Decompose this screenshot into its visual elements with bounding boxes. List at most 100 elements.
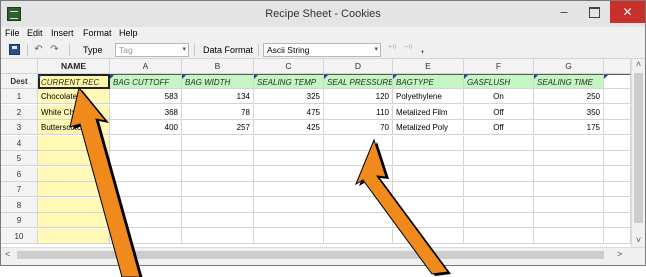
column-header-a[interactable]: A	[110, 59, 182, 74]
menu-file[interactable]: File	[5, 28, 20, 38]
cell-c[interactable]	[254, 166, 324, 182]
cell-b[interactable]	[182, 213, 254, 228]
cell-c[interactable]	[254, 182, 324, 197]
cell-e[interactable]: Polyethylene	[393, 89, 464, 104]
cell-b[interactable]	[182, 135, 254, 151]
cell-c[interactable]: 325	[254, 89, 324, 104]
cell-c[interactable]	[254, 151, 324, 166]
cell-b[interactable]	[182, 228, 254, 244]
cell-b[interactable]: 134	[182, 89, 254, 104]
cell-a[interactable]: 400	[110, 120, 182, 135]
cell-blank[interactable]	[604, 104, 631, 120]
scroll-up-icon[interactable]: ˄	[632, 59, 645, 69]
cell-b[interactable]: 257	[182, 120, 254, 135]
cell-e[interactable]: Metalized Film	[393, 104, 464, 120]
cell-d[interactable]	[324, 135, 393, 151]
cell-c[interactable]	[254, 135, 324, 151]
column-header-name[interactable]: NAME	[38, 59, 110, 74]
cell-d[interactable]	[324, 197, 393, 213]
cell-b[interactable]	[182, 197, 254, 213]
row-header[interactable]: 3	[1, 120, 38, 135]
field-gasflush[interactable]: GASFLUSH	[464, 74, 534, 89]
field-sealing-time[interactable]: SEALING TIME	[534, 74, 604, 89]
row-header-dest[interactable]: Dest	[1, 74, 38, 89]
cell-a[interactable]	[110, 228, 182, 244]
cell-blank[interactable]	[604, 182, 631, 197]
cell-d[interactable]: 120	[324, 89, 393, 104]
cell-e[interactable]	[393, 166, 464, 182]
scroll-thumb[interactable]	[17, 251, 604, 259]
grid-corner[interactable]	[1, 59, 38, 74]
cell-a[interactable]: 368	[110, 104, 182, 120]
cell-a[interactable]	[110, 197, 182, 213]
data-format-select[interactable]: Ascii String ▾	[263, 43, 381, 57]
cell-a[interactable]	[110, 151, 182, 166]
cell-c[interactable]: 425	[254, 120, 324, 135]
cell-blank[interactable]	[604, 213, 631, 228]
cell-name[interactable]	[38, 166, 110, 182]
column-header-blank[interactable]	[604, 59, 631, 74]
cell-f[interactable]	[464, 151, 534, 166]
cell-e[interactable]	[393, 228, 464, 244]
cell-b[interactable]	[182, 182, 254, 197]
undo-icon[interactable]: ↶	[33, 44, 44, 55]
cell-name[interactable]	[38, 213, 110, 228]
decrease-decimal-icon[interactable]: ⁻⁰	[401, 44, 415, 55]
cell-f[interactable]: On	[464, 89, 534, 104]
cell-d[interactable]	[324, 151, 393, 166]
cell-b[interactable]	[182, 151, 254, 166]
cell-g[interactable]	[534, 166, 604, 182]
field-bag-cuttoff[interactable]: BAG CUTTOFF	[110, 74, 182, 89]
column-header-g[interactable]: G	[534, 59, 604, 74]
column-header-b[interactable]: B	[182, 59, 254, 74]
menu-help[interactable]: Help	[119, 28, 138, 38]
cell-g[interactable]	[534, 228, 604, 244]
cell-name[interactable]	[38, 228, 110, 244]
cell-f[interactable]	[464, 228, 534, 244]
row-header[interactable]: 7	[1, 182, 38, 197]
cell-c[interactable]	[254, 228, 324, 244]
cell-e[interactable]	[393, 135, 464, 151]
cell-blank[interactable]	[604, 135, 631, 151]
cell-blank[interactable]	[604, 89, 631, 104]
comma-style-icon[interactable]: ,	[417, 44, 428, 55]
cell-a[interactable]	[110, 213, 182, 228]
cell-e[interactable]	[393, 197, 464, 213]
cell-blank[interactable]	[604, 120, 631, 135]
cell-f[interactable]	[464, 197, 534, 213]
column-header-f[interactable]: F	[464, 59, 534, 74]
redo-icon[interactable]: ↷	[49, 44, 60, 55]
row-header[interactable]: 9	[1, 213, 38, 228]
type-select[interactable]: Tag ▾	[115, 43, 189, 57]
cell-a[interactable]	[110, 182, 182, 197]
column-header-e[interactable]: E	[393, 59, 464, 74]
cell-f[interactable]	[464, 135, 534, 151]
scroll-right-icon[interactable]: >	[617, 249, 622, 259]
cell-g[interactable]	[534, 151, 604, 166]
cell-name[interactable]	[38, 182, 110, 197]
close-button[interactable]: ✕	[610, 1, 645, 23]
row-header[interactable]: 1	[1, 89, 38, 104]
cell-g[interactable]	[534, 213, 604, 228]
cell-b[interactable]	[182, 166, 254, 182]
cell-b[interactable]: 78	[182, 104, 254, 120]
cell-f[interactable]: Off	[464, 120, 534, 135]
cell-d[interactable]	[324, 228, 393, 244]
cell-a[interactable]	[110, 166, 182, 182]
increase-decimal-icon[interactable]: ⁺⁰	[385, 44, 399, 55]
scroll-down-icon[interactable]: ˅	[632, 235, 645, 245]
menu-format[interactable]: Format	[83, 28, 112, 38]
field-bag-width[interactable]: BAG WIDTH	[182, 74, 254, 89]
save-icon[interactable]	[9, 44, 20, 55]
cell-d[interactable]	[324, 182, 393, 197]
cell-c[interactable]	[254, 213, 324, 228]
cell-blank[interactable]	[604, 197, 631, 213]
cell-g[interactable]	[534, 197, 604, 213]
cell-name[interactable]: Butterscotc	[38, 120, 110, 135]
cell-name[interactable]: White Ch	[38, 104, 110, 120]
row-header[interactable]: 10	[1, 228, 38, 244]
menu-edit[interactable]: Edit	[27, 28, 43, 38]
minimize-button[interactable]: –	[549, 1, 579, 23]
cell-name[interactable]	[38, 135, 110, 151]
cell-f[interactable]	[464, 213, 534, 228]
